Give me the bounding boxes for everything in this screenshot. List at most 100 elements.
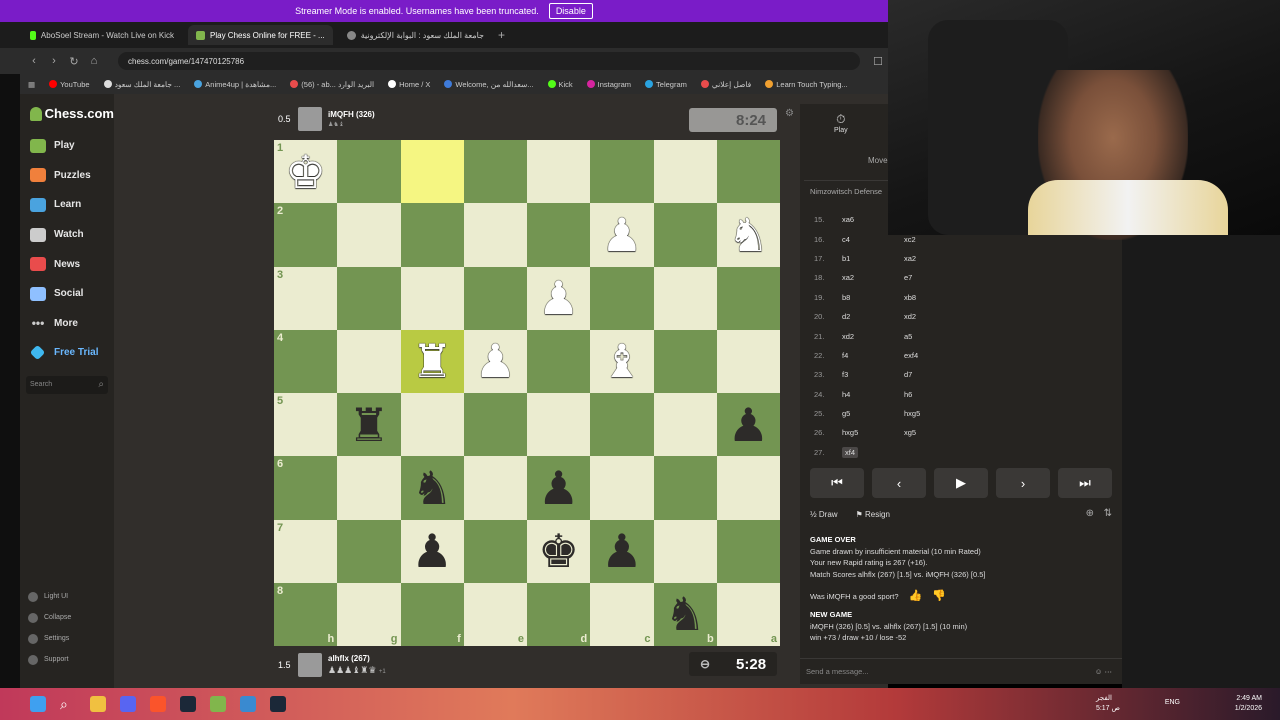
play-button[interactable]: ▶ — [934, 468, 988, 498]
draw-button[interactable]: ½ Draw — [810, 510, 838, 519]
board-square[interactable] — [337, 266, 401, 330]
board-square[interactable]: ♞ — [400, 456, 464, 520]
board-square[interactable]: ♜ — [400, 329, 464, 393]
steam-icon-2[interactable] — [270, 696, 286, 712]
board-square[interactable]: ♟ — [527, 266, 591, 330]
board-square[interactable] — [337, 456, 401, 520]
sidebar-item-social[interactable]: Social — [20, 279, 114, 309]
top-player-name[interactable]: iMQFH (326) — [328, 110, 375, 119]
board-square[interactable] — [527, 329, 591, 393]
avatar[interactable] — [298, 653, 322, 677]
board-square[interactable] — [527, 140, 591, 204]
board-square[interactable]: ♝ — [590, 329, 654, 393]
board-square[interactable] — [653, 203, 717, 267]
black-pawn-icon[interactable]: ♟ — [601, 528, 642, 574]
white-move[interactable]: f4 — [842, 351, 904, 360]
black-move[interactable]: h6 — [904, 390, 966, 399]
board-square[interactable] — [653, 329, 717, 393]
language-indicator[interactable]: ENG — [1165, 699, 1180, 706]
white-rook-icon[interactable]: ♜ — [412, 338, 453, 384]
tab-kick[interactable]: AboSoel Stream - Watch Live on Kick — [22, 25, 182, 45]
white-pawn-icon[interactable]: ♟ — [601, 212, 642, 258]
new-tab-button[interactable]: + — [498, 28, 505, 42]
thumbs-down-icon[interactable]: 👎 — [932, 590, 946, 603]
sidebar-item-news[interactable]: News — [20, 249, 114, 279]
board-square[interactable]: f — [400, 582, 464, 646]
sidebar-item-play[interactable]: Play — [20, 131, 114, 161]
black-move[interactable]: xa2 — [904, 254, 966, 263]
board-square[interactable] — [653, 140, 717, 204]
black-move[interactable]: d7 — [904, 370, 966, 379]
bookmark-ksu[interactable]: جامعة الملك سعود ... — [103, 80, 180, 89]
bookmark-youtube[interactable]: YouTube — [49, 80, 90, 89]
search-icon[interactable]: ⌕ — [60, 696, 76, 712]
board-square[interactable]: 5 — [274, 393, 338, 457]
black-move[interactable]: xb8 — [904, 293, 966, 302]
board-square[interactable]: 8h — [274, 582, 338, 646]
board-square[interactable]: 7 — [274, 519, 338, 583]
settings-icon[interactable]: ⚙ — [785, 108, 794, 119]
white-pawn-icon[interactable]: ♟ — [475, 338, 516, 384]
settings-link[interactable]: Settings — [28, 628, 71, 649]
white-move[interactable]: d2 — [842, 312, 904, 321]
chess-board[interactable]: 1 ♚ 2 ♟ ♞ 3 ♟ 4 ♜ ♟ ♝ 5 ♜ ♟ 6 ♞ ♟ 7 ♟ ♚ ♟ 8 h g f e d c b ♞ a — [274, 140, 780, 646]
board-square[interactable] — [400, 203, 464, 267]
black-rook-icon[interactable]: ♜ — [348, 402, 389, 448]
url-field[interactable]: chess.com/game/147470125786 — [118, 52, 860, 70]
white-move[interactable]: xa2 — [842, 273, 904, 282]
board-square[interactable] — [653, 393, 717, 457]
brave-icon[interactable] — [150, 696, 166, 712]
bookmark-kick[interactable]: Kick — [547, 80, 573, 89]
board-square[interactable] — [527, 393, 591, 457]
board-square[interactable]: ♟ — [527, 456, 591, 520]
home-icon[interactable]: ⌂ — [84, 55, 104, 67]
board-square[interactable] — [716, 519, 780, 583]
board-square[interactable] — [337, 519, 401, 583]
board-square[interactable] — [716, 140, 780, 204]
black-knight-icon[interactable]: ♞ — [665, 591, 706, 637]
board-square[interactable] — [337, 203, 401, 267]
board-square[interactable]: d — [527, 582, 591, 646]
board-square[interactable] — [590, 140, 654, 204]
resign-button[interactable]: ⚑ Resign — [856, 510, 890, 519]
black-pawn-icon[interactable]: ♟ — [412, 528, 453, 574]
bookmark-break[interactable]: فاصل إعلاني — [700, 80, 751, 89]
board-square[interactable]: 6 — [274, 456, 338, 520]
board-square[interactable] — [590, 393, 654, 457]
bookmark-instagram[interactable]: Instagram — [586, 80, 631, 89]
prev-move-button[interactable]: ‹ — [872, 468, 926, 498]
next-move-button[interactable]: › — [996, 468, 1050, 498]
board-square[interactable]: 2 — [274, 203, 338, 267]
black-move[interactable]: xc2 — [904, 235, 966, 244]
board-square[interactable] — [716, 329, 780, 393]
bookmark-gmail[interactable]: (56) - ab... البريد الوارد — [290, 80, 374, 89]
white-move[interactable]: b8 — [842, 293, 904, 302]
system-clock[interactable]: 2:49 AM 1/2/2026 — [1235, 694, 1262, 714]
board-square[interactable]: g — [337, 582, 401, 646]
board-square[interactable] — [653, 519, 717, 583]
disable-button[interactable]: Disable — [548, 3, 593, 19]
bookmark-telegram[interactable]: Telegram — [645, 80, 687, 89]
bookmark-welcome[interactable]: Welcome, سعدالله من... — [444, 80, 534, 89]
sidebar-item-watch[interactable]: Watch — [20, 220, 114, 250]
first-move-button[interactable]: ⏮ — [810, 468, 864, 498]
white-knight-icon[interactable]: ♞ — [728, 212, 769, 258]
white-move[interactable]: c4 — [842, 235, 904, 244]
bookmark-typing[interactable]: Learn Touch Typing... — [765, 80, 848, 89]
board-square[interactable] — [653, 266, 717, 330]
board-square[interactable] — [337, 140, 401, 204]
black-pawn-icon[interactable]: ♟ — [538, 465, 579, 511]
board-square[interactable]: b ♞ — [653, 582, 717, 646]
black-move[interactable]: xd2 — [904, 312, 966, 321]
share-icon[interactable]: ⊕ — [1086, 508, 1094, 519]
white-move[interactable]: b1 — [842, 254, 904, 263]
board-square[interactable] — [590, 266, 654, 330]
white-king-icon[interactable]: ♚ — [285, 149, 326, 195]
board-square[interactable]: ♟ — [590, 519, 654, 583]
white-bishop-icon[interactable]: ♝ — [601, 338, 642, 384]
thumbs-up-icon[interactable]: 👍 — [909, 590, 923, 603]
board-square[interactable]: 4 — [274, 329, 338, 393]
white-move[interactable]: xd2 — [842, 332, 904, 341]
weather-widget[interactable]: الفجر 5:17 ص — [1096, 694, 1120, 714]
board-square[interactable] — [400, 140, 464, 204]
